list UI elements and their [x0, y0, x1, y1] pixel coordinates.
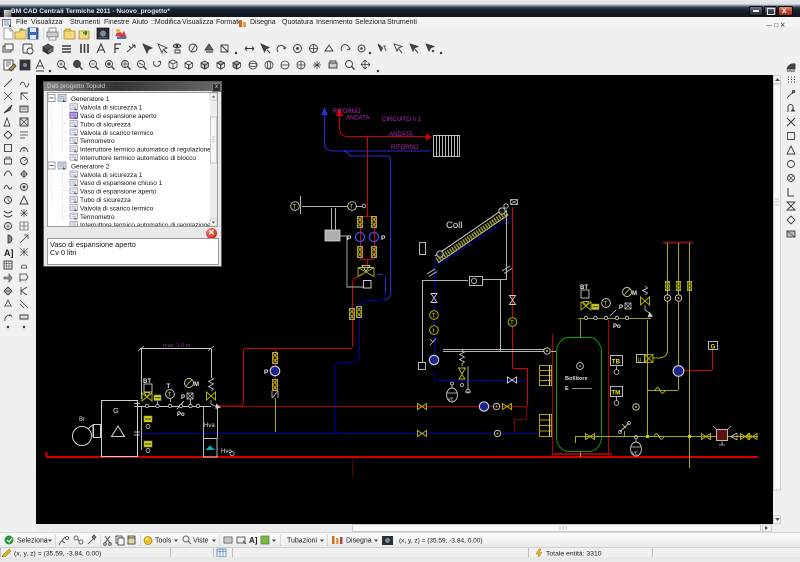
svg-text:U: U [638, 358, 642, 364]
svg-text:T: T [432, 314, 436, 320]
svg-text:T: T [510, 321, 514, 327]
svg-text:T: T [167, 384, 171, 390]
svg-text:Po: Po [613, 324, 621, 330]
svg-text:Tubazioni: Tubazioni [287, 538, 318, 545]
svg-text:P: P [381, 235, 386, 242]
svg-text:Valvola di scarico termico: Valvola di scarico termico [80, 205, 154, 212]
svg-text:ANDATA: ANDATA [389, 132, 412, 138]
svg-text:VE: VE [448, 397, 454, 402]
svg-text:Generatore 1: Generatore 1 [71, 96, 110, 103]
svg-text:Valvola di sicurezza 1: Valvola di sicurezza 1 [80, 105, 143, 112]
svg-text:G: G [113, 406, 119, 415]
svg-text:T: T [350, 205, 354, 211]
svg-text:T: T [168, 393, 172, 399]
svg-text:P: P [181, 395, 185, 401]
svg-text:Generatore 2: Generatore 2 [71, 163, 110, 170]
svg-text:Tubo di sicurezza: Tubo di sicurezza [80, 121, 131, 128]
svg-text:Interruttore termico automatic: Interruttore termico automatico di regol… [80, 147, 211, 154]
svg-text:Vaso di espansione chiuso 1: Vaso di espansione chiuso 1 [80, 180, 163, 187]
svg-text:Valvola di scarico termico: Valvola di scarico termico [80, 130, 154, 137]
svg-text:Viste: Viste [193, 538, 209, 545]
svg-text:RITORNO: RITORNO [391, 145, 419, 151]
svg-text:Bollitore: Bollitore [565, 376, 588, 382]
svg-text:Br: Br [79, 417, 85, 423]
svg-text:Termometro: Termometro [80, 214, 115, 221]
svg-text:TM: TM [611, 390, 620, 397]
svg-text:VE: VE [632, 451, 638, 456]
svg-text:T: T [293, 205, 297, 211]
svg-text:Coll: Coll [446, 220, 462, 231]
svg-text:Po: Po [177, 412, 185, 418]
svg-text:Hva: Hva [204, 423, 215, 429]
svg-text:max. 1.0 m: max. 1.0 m [163, 343, 191, 349]
svg-text:T: T [604, 302, 608, 308]
svg-text:Vaso di espansione aperto: Vaso di espansione aperto [80, 113, 157, 120]
svg-text:Disegna: Disegna [346, 538, 372, 545]
svg-text:Termometro: Termometro [80, 138, 115, 145]
svg-text:Tubo di sicurezza: Tubo di sicurezza [80, 197, 131, 204]
svg-text:E: E [565, 386, 569, 392]
svg-text:RITORNO: RITORNO [333, 109, 361, 115]
svg-text:(x, y, z) = (35.59, -3.84, 0.0: (x, y, z) = (35.59, -3.84, 0.00) [399, 538, 483, 545]
svg-text:A]: A] [249, 536, 258, 545]
svg-text:G: G [711, 344, 716, 351]
svg-text:P: P [347, 235, 352, 242]
svg-text:Vaso di espansione aperto: Vaso di espansione aperto [80, 189, 157, 196]
svg-text:Tools: Tools [155, 538, 172, 545]
svg-text:Interruttore termico automatic: Interruttore termico automatico di regol… [80, 222, 211, 226]
svg-text:P: P [619, 305, 623, 311]
svg-text:A]: A] [4, 248, 14, 258]
svg-text:M: M [194, 382, 199, 388]
svg-text:Valvola di sicurezza 1: Valvola di sicurezza 1 [80, 172, 143, 179]
svg-text:ANDATA: ANDATA [346, 116, 369, 122]
svg-text:Interruttore termico automatic: Interruttore termico automatico di blocc… [80, 155, 196, 162]
svg-text:TB: TB [612, 359, 621, 366]
svg-text:P: P [264, 369, 269, 376]
svg-text:CIRCUITO n 1: CIRCUITO n 1 [382, 117, 422, 123]
svg-text:M: M [632, 291, 637, 297]
svg-text:Seleziona: Seleziona [17, 538, 48, 545]
